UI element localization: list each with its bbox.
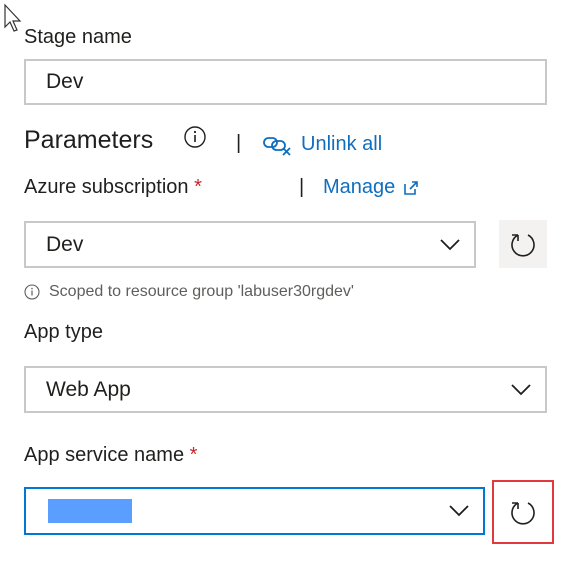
refresh-icon: [511, 234, 535, 257]
subscription-refresh-button[interactable]: [499, 220, 547, 268]
chevron-down-icon: [449, 505, 469, 517]
text-selection-highlight: [48, 499, 132, 523]
stage-name-label: Stage name: [24, 26, 132, 48]
chevron-down-icon: [440, 238, 460, 250]
parameters-separator: |: [236, 132, 242, 154]
required-marker: *: [194, 176, 202, 198]
stage-name-input[interactable]: Dev: [24, 59, 547, 105]
external-link-icon: [404, 180, 419, 195]
required-marker: *: [189, 444, 198, 466]
refresh-icon: [511, 502, 535, 525]
mouse-cursor-icon: [4, 3, 22, 32]
app-service-name-label-text: App service name: [24, 444, 185, 466]
info-icon: [24, 284, 40, 300]
app-service-name-label: App service name *: [24, 444, 197, 467]
azure-subscription-value: Dev: [46, 232, 84, 256]
app-service-name-dropdown[interactable]: [24, 487, 485, 535]
app-type-value: Web App: [46, 377, 131, 401]
scope-note-text: Scoped to resource group 'labuser30rgdev…: [49, 283, 354, 300]
scope-note: Scoped to resource group 'labuser30rgdev…: [24, 283, 354, 301]
azure-subscription-label: Azure subscription *: [24, 176, 202, 199]
manage-label: Manage: [323, 176, 396, 198]
unlink-icon: [263, 137, 291, 156]
subscription-separator: |: [299, 176, 305, 198]
chevron-down-icon: [511, 383, 531, 395]
azure-subscription-dropdown[interactable]: Dev: [24, 221, 476, 268]
app-service-refresh-button[interactable]: [499, 488, 547, 536]
manage-link[interactable]: Manage: [323, 176, 419, 199]
azure-subscription-label-text: Azure subscription: [24, 176, 189, 198]
stage-name-value: Dev: [46, 70, 84, 93]
unlink-all-link[interactable]: Unlink all: [262, 132, 382, 156]
app-type-label: App type: [24, 321, 103, 343]
app-type-dropdown[interactable]: Web App: [24, 366, 547, 413]
unlink-all-label: Unlink all: [301, 132, 383, 155]
parameters-title: Parameters: [24, 126, 154, 154]
info-icon[interactable]: [183, 125, 207, 149]
